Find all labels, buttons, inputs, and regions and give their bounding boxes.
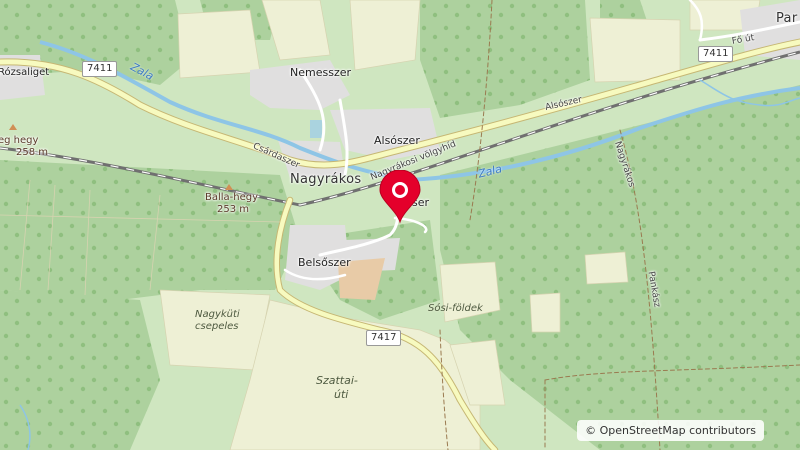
road-shield-7411-west: 7411 [82, 61, 118, 77]
peak-elevation-balla-hegy: 253 m [217, 204, 250, 215]
field-label-sosi-foldek: Sósi-földek [428, 303, 483, 314]
peak-label-balla-hegy: Balla-hegy [205, 192, 259, 203]
place-label-alsoszer: Alsószer [374, 134, 420, 147]
map-base-layer [0, 0, 800, 450]
location-pin-icon[interactable] [378, 169, 422, 224]
place-label-nagyrakos: Nagyrákos [290, 172, 362, 187]
peak-elevation-west: 258 m [16, 147, 49, 158]
field-label-szattai-1: Szattai- [316, 374, 358, 387]
copyright-symbol: © [585, 424, 597, 437]
field-label-szattai-2: úti [334, 388, 349, 401]
place-label-partial-east: Par [776, 11, 798, 26]
field-label-nagykuti-2: csepeles [195, 321, 239, 332]
field-label-nagykuti-1: Nagyküti [195, 309, 240, 320]
peak-label-west: eg hegy [0, 135, 39, 146]
pond [310, 120, 322, 138]
map-canvas[interactable]: Nemesszer Alsószer Nagyrákos Belsőszer s… [0, 0, 800, 450]
attribution[interactable]: © OpenStreetMap contributors [577, 420, 764, 441]
place-label-nemesszer: Nemesszer [290, 66, 352, 79]
place-label-rozsaliget: Rózsaliget [0, 67, 50, 78]
place-label-belsoszer: Belsőszer [298, 256, 351, 269]
road-shield-7411-east: 7411 [698, 46, 734, 62]
attribution-text[interactable]: OpenStreetMap contributors [600, 424, 756, 437]
road-shield-7417: 7417 [366, 330, 402, 346]
